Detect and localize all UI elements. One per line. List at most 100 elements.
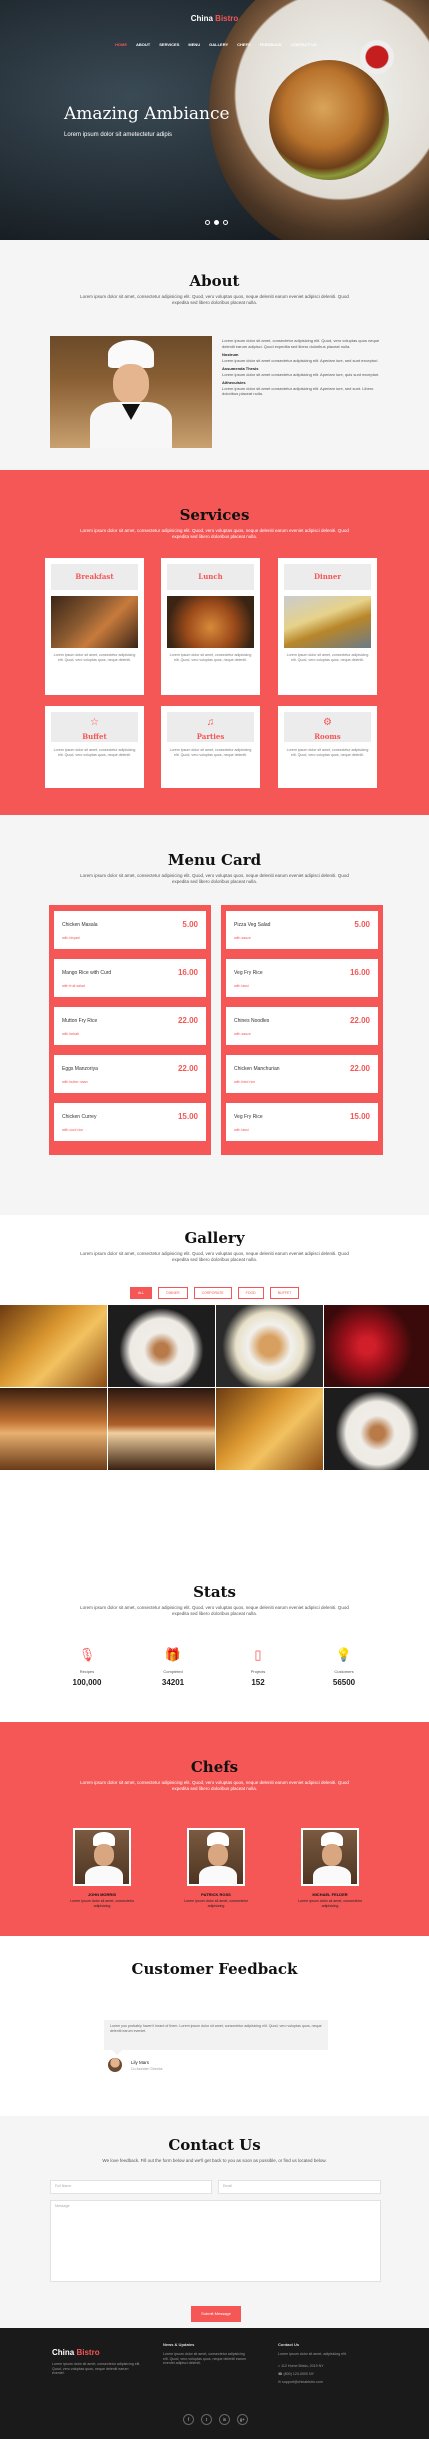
avatar (108, 2058, 122, 2072)
about-title: About (189, 272, 240, 290)
menu-item-price: 16.00 (177, 968, 198, 977)
nav-chefs[interactable]: CHEFS (237, 42, 251, 47)
menu-item-name: Chicken Masala (62, 922, 98, 928)
slider-dot-active[interactable] (214, 220, 219, 225)
stat-label: Completed (163, 1669, 183, 1674)
footer-email[interactable]: ✉ support@chinabistro.com (278, 2380, 323, 2385)
menu-item[interactable]: Veg Fry Rice 15.00 with lassi (226, 1103, 378, 1141)
nav-feedback[interactable]: FEEDBACK (260, 42, 282, 47)
linkedin-icon[interactable]: in (219, 2414, 230, 2425)
menu-item[interactable]: Chines Noodles 22.00 with sauce (226, 1007, 378, 1045)
gallery-image[interactable] (0, 1305, 107, 1387)
menu-item-price: 22.00 (349, 1016, 370, 1025)
menu-item[interactable]: Eggs Manzoriya 22.00 with butter naan (54, 1055, 206, 1093)
stat-value: 152 (251, 1678, 265, 1687)
service-label: Lunch (167, 564, 254, 590)
chef-photo (73, 1828, 131, 1886)
menu-item-desc: with butter naan (62, 1080, 88, 1084)
message-field[interactable]: Message (50, 2200, 381, 2282)
menu-item-name: Chicken Currey (62, 1114, 97, 1120)
menu-item-price: 22.00 (177, 1016, 198, 1025)
slider-dot[interactable] (223, 220, 228, 225)
chef-desc: Lorem ipsum dolor sit amet, consectetur … (70, 1899, 134, 1908)
logo-part1: China (190, 14, 213, 23)
fullname-field[interactable]: Full Name (50, 2180, 212, 2194)
chef-card[interactable]: MICHAEL FELDER Lorem ipsum dolor sit amet… (290, 1828, 370, 1908)
service-label: Breakfast (51, 564, 138, 590)
stat-value: 100,000 (72, 1678, 102, 1687)
service-card-dinner[interactable]: Dinner Lorem ipsum dolor sit amet, conse… (278, 558, 377, 695)
gallery-grid (0, 1305, 429, 1470)
menu-item[interactable]: Chicken Masala 5.00 with biryani (54, 911, 206, 949)
nav-about[interactable]: ABOUT (136, 42, 150, 47)
menu-item[interactable]: Chicken Manchurian 22.00 with fried rice (226, 1055, 378, 1093)
chef-card[interactable]: PATRICK ROSS Lorem ipsum dolor sit amet, … (176, 1828, 256, 1908)
nav-contact[interactable]: CONTACT US (291, 42, 317, 47)
facebook-icon[interactable]: f (183, 2414, 194, 2425)
submit-button[interactable]: Submit Message (191, 2306, 241, 2322)
menu-item[interactable]: Mutton Fry Rice 22.00 with kebab (54, 1007, 206, 1045)
filter-food[interactable]: FOOD (237, 1287, 264, 1299)
stat-label: Recipes (79, 1669, 95, 1674)
service-card-buffet[interactable]: ☆ Buffet Lorem ipsum dolor sit amet, cons… (45, 706, 144, 788)
footer-news-title: News & Updates (163, 2342, 195, 2347)
chef-photo (187, 1828, 245, 1886)
email-field[interactable]: Email (218, 2180, 381, 2194)
google-plus-icon[interactable]: g+ (237, 2414, 248, 2425)
service-card-rooms[interactable]: ⚙ Rooms Lorem ipsum dolor sit amet, conse… (278, 706, 377, 788)
chef-desc: Lorem ipsum dolor sit amet, consectetur … (184, 1899, 248, 1908)
gallery-image[interactable] (324, 1305, 429, 1387)
menu-item[interactable]: Chicken Currey 15.00 with curd rice (54, 1103, 206, 1141)
nav-services[interactable]: SERVICES (159, 42, 179, 47)
gallery-section: Gallery Lorem ipsum dolor sit amet, cons… (0, 1215, 429, 1565)
chefs-subtitle: Lorem ipsum dolor sit amet, consectetur … (80, 1780, 349, 1791)
gallery-image[interactable] (324, 1388, 429, 1470)
gallery-image[interactable] (216, 1388, 323, 1470)
service-label: Parties (196, 732, 225, 741)
twitter-icon[interactable]: t (201, 2414, 212, 2425)
service-desc: Lorem ipsum dolor sit amet, consectetur … (286, 748, 369, 757)
hero-section: China Bistro HOME ABOUT SERVICES MENU GA… (0, 0, 429, 240)
menu-item-name: Veg Fry Rice (234, 970, 263, 976)
filter-dinner[interactable]: DINNER (158, 1287, 188, 1299)
chef-card[interactable]: JOHN MORRIS Lorem ipsum dolor sit amet, c… (62, 1828, 142, 1908)
footer-about: Lorem ipsum dolor sit amet, consectetur … (52, 2362, 141, 2376)
social-links: f t in g+ (183, 2414, 248, 2425)
site-logo[interactable]: China Bistro (0, 14, 429, 23)
filter-all[interactable]: ALL (130, 1287, 153, 1299)
service-card-lunch[interactable]: Lunch Lorem ipsum dolor sit amet, consec… (161, 558, 260, 695)
slider-dot[interactable] (205, 220, 210, 225)
menu-item[interactable]: Mango Rice with Curd 16.00 with fruit sala… (54, 959, 206, 997)
filter-corporate[interactable]: CORPORATE (193, 1287, 232, 1299)
menu-item-desc: with sauce (234, 1032, 251, 1036)
feedback-name: Lily Mars (131, 2060, 150, 2065)
service-desc: Lorem ipsum dolor sit amet, consectetur … (169, 653, 252, 662)
nav-home[interactable]: HOME (115, 42, 127, 47)
hero-title: Amazing Ambiance (64, 104, 230, 124)
gear-icon: ⚙ (323, 717, 332, 728)
about-subtitle: Lorem ipsum dolor sit amet, consectetur … (80, 294, 349, 305)
stat-label: Projects (250, 1669, 266, 1674)
lightbulb-icon: 💡 (335, 1647, 353, 1662)
service-card-breakfast[interactable]: Breakfast Lorem ipsum dolor sit amet, co… (45, 558, 144, 695)
stat-customers: 💡 Customers 56500 (304, 1647, 384, 1687)
footer-phone: ☎ (800) 123-0000 NY (278, 2372, 314, 2377)
service-card-parties[interactable]: ♫ Parties Lorem ipsum dolor sit amet, con… (161, 706, 260, 788)
gallery-image[interactable] (216, 1305, 323, 1387)
footer-address: ⌂ 112 Home Bristo, 2019 NY (278, 2364, 324, 2369)
feedback-section: Customer Feedback Lorem you probably hav… (0, 1936, 429, 2116)
nav-gallery[interactable]: GALLERY (209, 42, 228, 47)
lunch-image (167, 596, 254, 648)
gallery-image[interactable] (108, 1305, 215, 1387)
gallery-image[interactable] (108, 1388, 215, 1470)
stat-label: Customers (334, 1669, 354, 1674)
chef-photo (301, 1828, 359, 1886)
menu-item[interactable]: Pizza Veg Salad 5.00 with sauce (226, 911, 378, 949)
gallery-image[interactable] (0, 1388, 107, 1470)
menu-item[interactable]: Veg Fry Rice 16.00 with lassi (226, 959, 378, 997)
footer-phone-text: (800) 123-0000 NY (283, 2372, 315, 2376)
services-section: Services Lorem ipsum dolor sit amet, con… (0, 470, 429, 815)
about-section: About Lorem ipsum dolor sit amet, consec… (0, 240, 429, 470)
nav-menu[interactable]: MENU (188, 42, 200, 47)
filter-buffet[interactable]: BUFFET (269, 1287, 300, 1299)
